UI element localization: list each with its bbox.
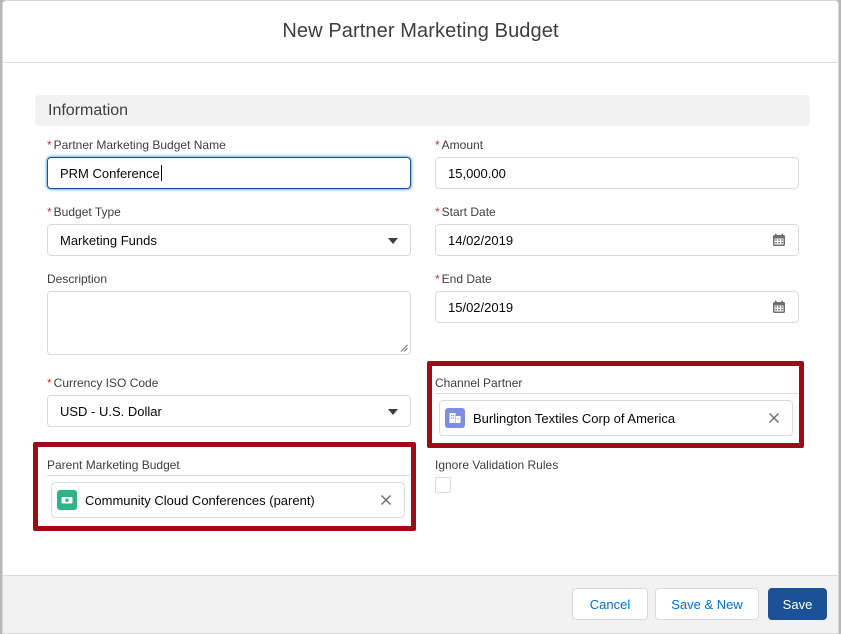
currency-select[interactable]: USD - U.S. Dollar [47,395,411,427]
end-date-value: 15/02/2019 [448,299,514,315]
calendar-icon[interactable] [772,300,786,314]
required-marker: * [47,138,52,152]
save-button[interactable]: Save [768,588,827,620]
end-date-input[interactable]: 15/02/2019 [435,291,799,323]
start-date-field: * Start Date [435,204,496,220]
currency-field: * Currency ISO Code [47,375,158,391]
modal-header: New Partner Marketing Budget [3,1,838,63]
amount-label-text: Amount [441,138,484,152]
end-date-label: * End Date [435,271,492,287]
budget-type-label: * Budget Type [47,204,121,220]
chevron-down-icon [388,238,398,244]
currency-label: * Currency ISO Code [47,375,158,391]
chevron-down-icon [388,409,398,415]
required-marker: * [47,376,52,390]
parent-budget-value: Community Cloud Conferences (parent) [85,492,315,508]
modal-title: New Partner Marketing Budget [282,20,559,42]
budget-name-label: * Partner Marketing Budget Name [47,137,226,153]
description-field: Description [47,271,107,287]
close-icon[interactable] [766,410,782,426]
channel-partner-value: Burlington Textiles Corp of America [473,410,676,426]
new-budget-modal: New Partner Marketing Budget Information… [2,0,839,634]
cancel-button[interactable]: Cancel [572,588,648,620]
divider [47,475,411,476]
channel-partner-field: Channel Partner [435,375,522,391]
budget-type-field: * Budget Type [47,204,121,220]
start-date-value: 14/02/2019 [448,232,514,248]
modal-footer: Cancel Save & New Save [3,575,838,633]
parent-budget-field: Parent Marketing Budget [47,457,180,473]
ignore-validation-label: Ignore Validation Rules [435,458,559,472]
ignore-validation-field: Ignore Validation Rules [435,457,558,473]
start-date-label-text: Start Date [441,205,496,219]
currency-value: USD - U.S. Dollar [60,403,162,419]
budget-name-input[interactable]: PRM Conference [47,157,411,189]
start-date-label: * Start Date [435,204,496,220]
budget-type-value: Marketing Funds [60,232,157,248]
budget-type-select[interactable]: Marketing Funds [47,224,411,256]
budget-icon [57,490,77,510]
channel-partner-label: Channel Partner [435,376,523,390]
account-icon [445,408,465,428]
start-date-input[interactable]: 14/02/2019 [435,224,799,256]
close-icon[interactable] [378,492,394,508]
parent-budget-label: Parent Marketing Budget [47,458,180,472]
parent-budget-pill[interactable]: Community Cloud Conferences (parent) [51,482,405,518]
ignore-validation-checkbox[interactable] [435,477,451,493]
description-label: Description [47,272,108,286]
end-date-field: * End Date [435,271,492,287]
divider [435,393,799,394]
currency-label-text: Currency ISO Code [53,376,159,390]
amount-input[interactable]: 15,000.00 [435,157,799,189]
required-marker: * [435,272,440,286]
amount-value: 15,000.00 [448,165,506,181]
budget-name-field: * Partner Marketing Budget Name [47,137,226,153]
amount-field: * Amount [435,137,483,153]
required-marker: * [435,205,440,219]
budget-name-label-text: Partner Marketing Budget Name [53,138,226,152]
budget-type-label-text: Budget Type [53,205,121,219]
amount-label: * Amount [435,137,483,153]
required-marker: * [47,205,52,219]
section-header-information[interactable]: Information [35,95,810,126]
description-textarea[interactable] [47,291,411,355]
save-and-new-button[interactable]: Save & New [655,588,759,620]
section-title: Information [48,101,129,119]
end-date-label-text: End Date [441,272,492,286]
budget-name-value: PRM Conference [60,165,160,181]
resize-handle-icon[interactable] [400,344,408,352]
calendar-icon[interactable] [772,233,786,247]
text-cursor [160,165,162,181]
channel-partner-pill[interactable]: Burlington Textiles Corp of America [439,400,793,436]
required-marker: * [435,138,440,152]
